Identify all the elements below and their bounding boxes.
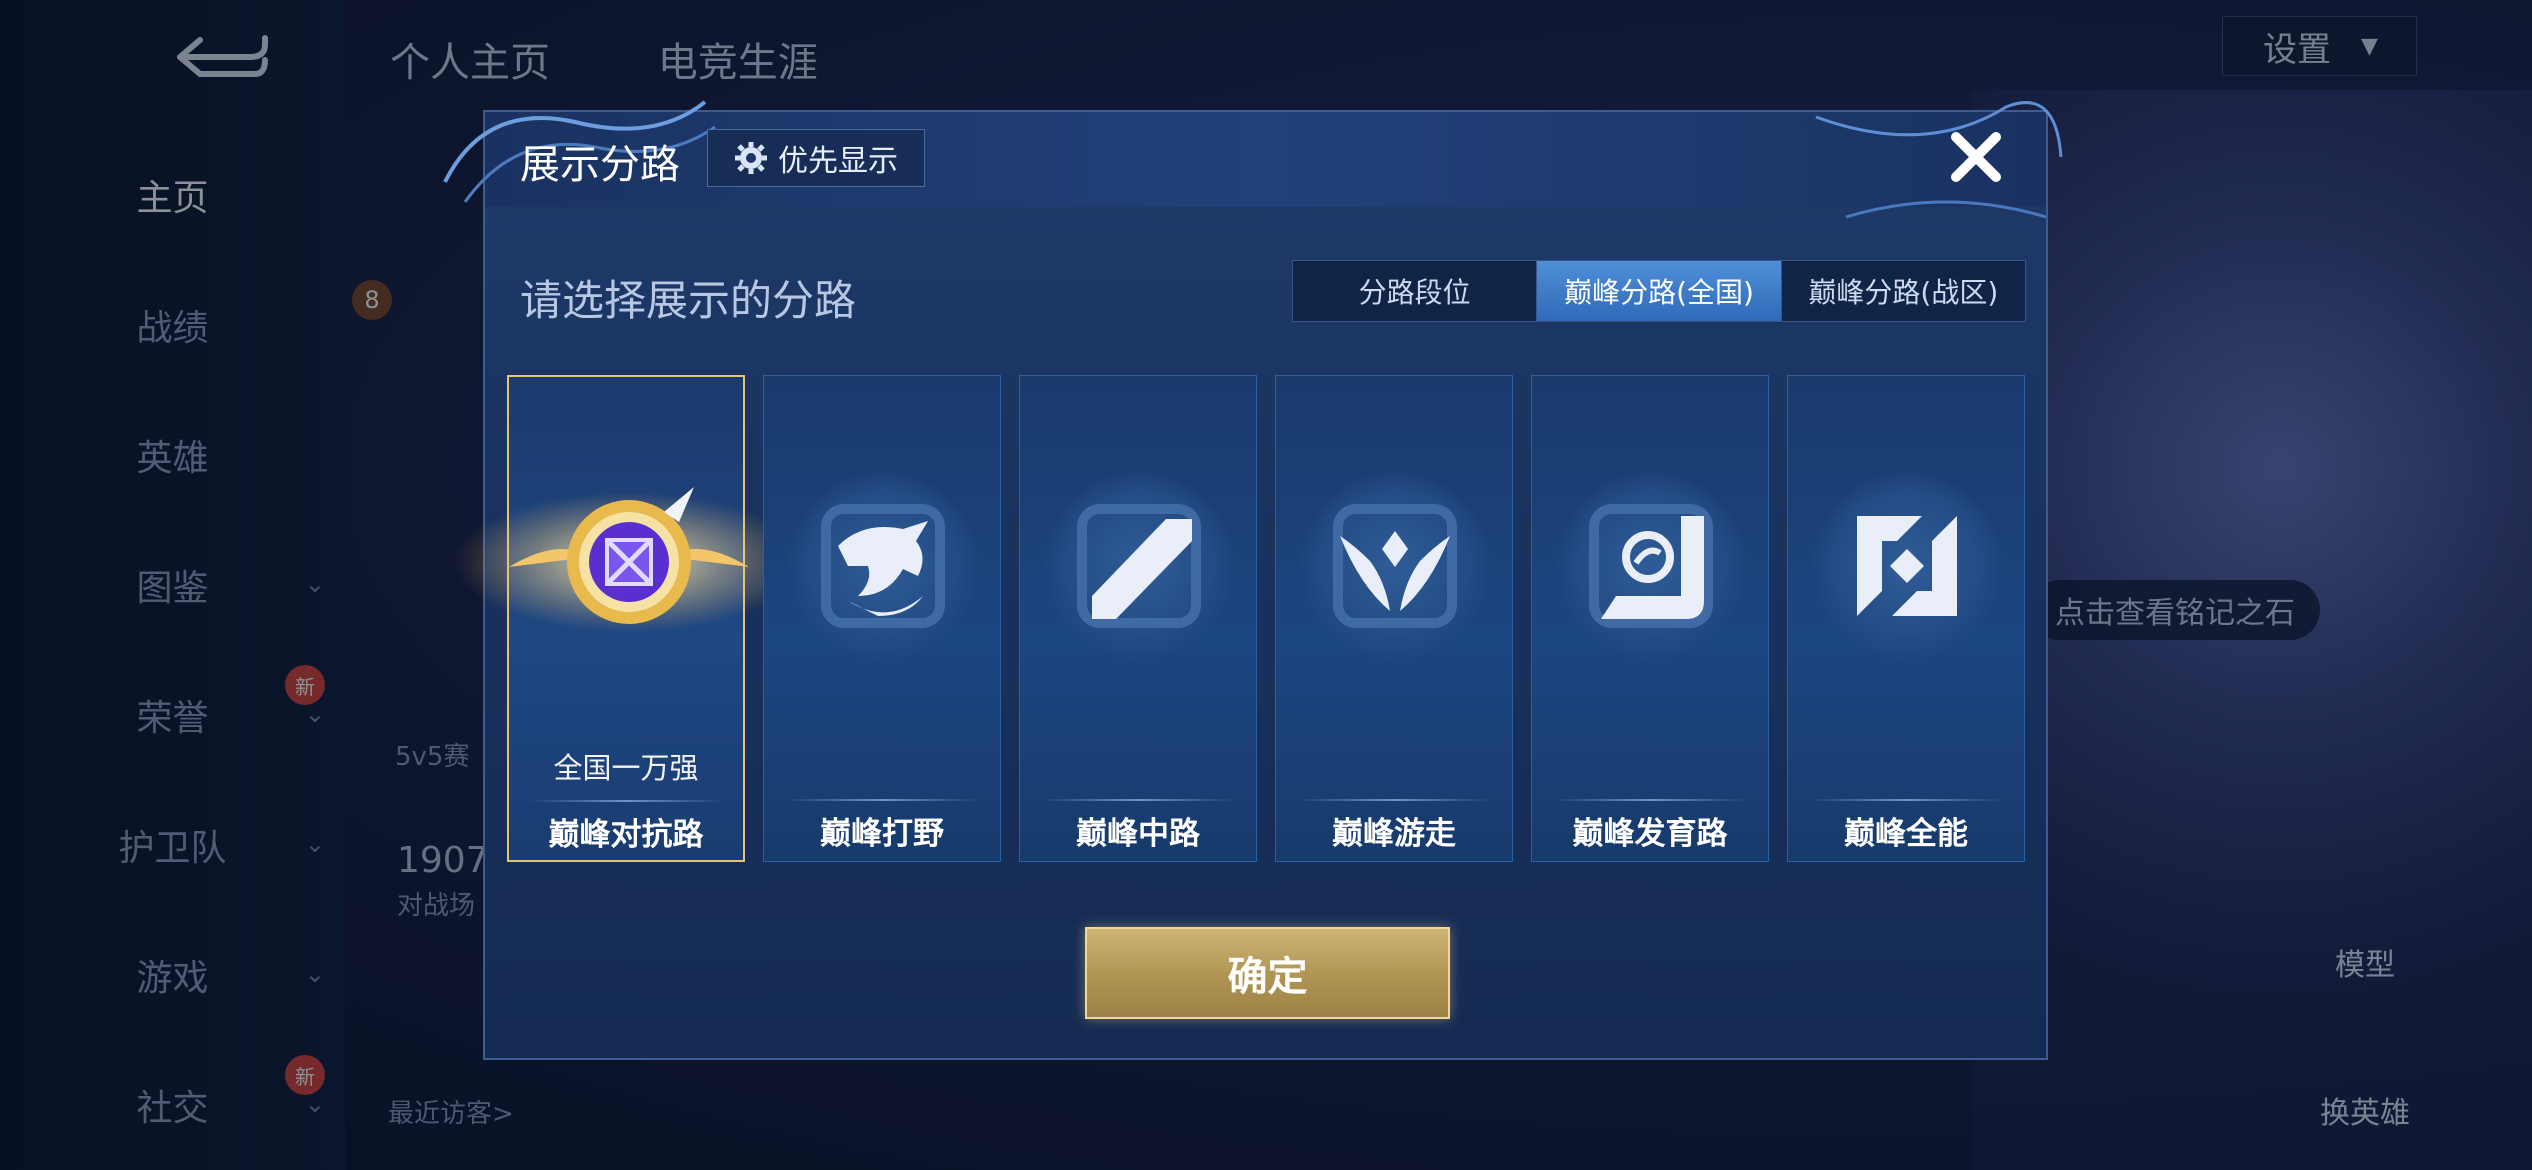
card-divider: [1552, 799, 1748, 801]
lane-type-segmented-control: 分路段位 巅峰分路(全国) 巅峰分路(战区): [1292, 260, 2026, 322]
farm-lane-icon: [1589, 504, 1713, 628]
card-divider: [784, 799, 980, 801]
icon-frame: [1044, 471, 1234, 661]
lane-card-all-round[interactable]: 巅峰全能: [1787, 375, 2025, 862]
dialog-title: 展示分路: [520, 142, 680, 188]
lane-display-dialog: 展示分路 优先显示 请选择展示的分路 分路段位 巅峰分路(全国) 巅峰分路(战区…: [443, 100, 2063, 1060]
card-lane-name: 巅峰中路: [1076, 816, 1200, 852]
card-lane-name: 巅峰打野: [820, 816, 944, 852]
priority-display-label: 优先显示: [778, 144, 898, 179]
jungle-dragon-icon: [821, 504, 945, 628]
priority-display-button[interactable]: 优先显示: [707, 129, 925, 187]
lane-cards: 全国一万强 巅峰对抗路 巅峰打野 巅峰中路 巅峰游走 巅峰发育路 巅峰全能: [454, 375, 2027, 867]
segment-peak-lane-national[interactable]: 巅峰分路(全国): [1537, 261, 1782, 321]
lane-card-jungle[interactable]: 巅峰打野: [763, 375, 1001, 862]
segment-lane-rank[interactable]: 分路段位: [1293, 261, 1538, 321]
lane-card-top[interactable]: 全国一万强 巅峰对抗路: [454, 375, 804, 862]
lane-card-mid[interactable]: 巅峰中路: [1019, 375, 1257, 862]
card-divider: [1296, 799, 1492, 801]
decorative-swirl-icon: [1815, 101, 2063, 219]
icon-frame: [1812, 471, 2002, 661]
mid-lane-slash-icon: [1077, 504, 1201, 628]
card-lane-name: 巅峰全能: [1844, 816, 1968, 852]
icon-frame: [788, 471, 978, 661]
card-lane-name: 巅峰发育路: [1572, 816, 1728, 852]
icon-frame: [1300, 471, 1490, 661]
card-divider: [1808, 799, 2004, 801]
top-lane-badge-icon: [454, 487, 804, 632]
segment-peak-lane-region[interactable]: 巅峰分路(战区): [1782, 261, 2025, 321]
select-lane-prompt: 请选择展示的分路: [520, 276, 857, 325]
card-rank-text: 全国一万强: [553, 751, 699, 785]
card-divider: [529, 800, 725, 802]
card-divider: [1040, 799, 1236, 801]
confirm-button[interactable]: 确定: [1085, 927, 1450, 1019]
lane-card-farm[interactable]: 巅峰发育路: [1531, 375, 1769, 862]
close-icon[interactable]: [1941, 122, 2011, 192]
lane-card-roam[interactable]: 巅峰游走: [1275, 375, 1513, 862]
gear-icon: [735, 142, 767, 174]
icon-frame: [1556, 471, 1746, 661]
card-lane-name: 巅峰游走: [1332, 816, 1456, 852]
roam-wings-icon: [1333, 504, 1457, 628]
card-lane-name: 巅峰对抗路: [548, 817, 704, 853]
all-round-icon: [1857, 516, 1957, 616]
